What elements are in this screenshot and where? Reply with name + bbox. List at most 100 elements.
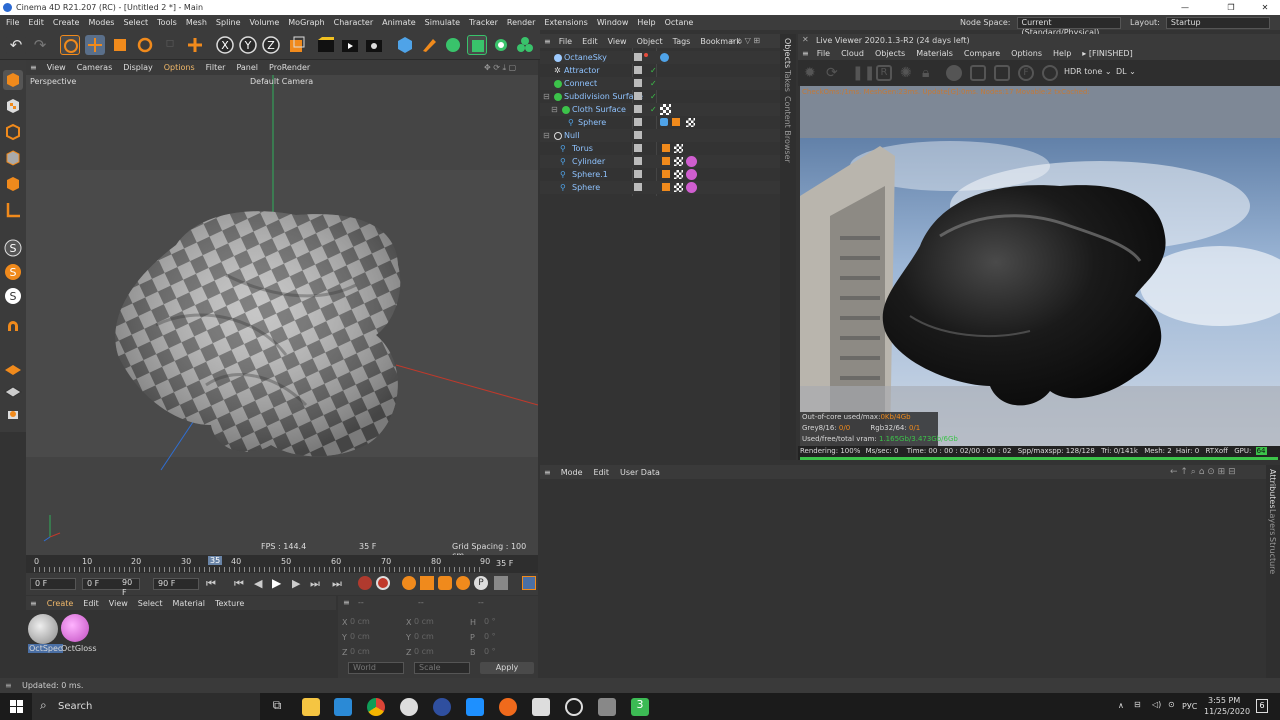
hamburger-icon[interactable]: ≡ [5, 681, 12, 690]
obj-menu-file[interactable]: File [559, 37, 572, 46]
render-to-picture-viewer-icon[interactable] [340, 35, 360, 55]
object-row-torus[interactable]: ⚲ Torus [540, 142, 780, 155]
app-icon-5[interactable] [565, 698, 583, 716]
render-view-icon[interactable] [316, 35, 336, 55]
menu-modes[interactable]: Modes [88, 18, 114, 27]
live-viewer-render[interactable]: CheckOms:/1ms. MeshGen:23ms. Update[G]:0… [800, 86, 1280, 446]
camera-label[interactable]: Default Camera [250, 77, 313, 86]
add-object-icon[interactable] [185, 35, 205, 55]
menu-mesh[interactable]: Mesh [186, 18, 207, 27]
mat-menu-edit[interactable]: Edit [83, 599, 99, 608]
attr-menu-user-data[interactable]: User Data [620, 468, 660, 477]
texture-tag-icon[interactable] [660, 104, 671, 115]
object-name[interactable]: Sphere [578, 116, 606, 129]
hamburger-icon[interactable]: ≡ [544, 37, 551, 46]
vp-menu-view[interactable]: View [47, 63, 66, 72]
app-icon-2[interactable] [433, 698, 451, 716]
workplane-snap-icon[interactable]: S [3, 286, 23, 306]
tray-arrow-icon[interactable]: ∧ [1118, 701, 1124, 710]
menu-extensions[interactable]: Extensions [544, 18, 587, 27]
object-name[interactable]: Subdivision Surface [564, 90, 643, 103]
rotate-tool-icon[interactable] [135, 35, 155, 55]
coord-x-position[interactable]: 0 cm [350, 617, 400, 626]
obj-menu-object[interactable]: Object [637, 37, 663, 46]
layer-toggle-icon[interactable] [634, 118, 642, 126]
object-row-attractor[interactable]: ✲ Attractor ✓ [540, 64, 780, 77]
send-scene-icon[interactable]: ✹ [804, 65, 816, 81]
3d-viewport[interactable]: Perspective Default Camera FPS : 144.4 3… [26, 75, 538, 555]
tab-takes[interactable]: Takes [783, 70, 792, 92]
object-row-null[interactable]: ⊟ Null [540, 129, 780, 142]
lv-menu-materials[interactable]: Materials [916, 49, 953, 58]
texture-mode-icon[interactable] [3, 96, 23, 116]
coord-y-size[interactable]: 0 cm [414, 632, 434, 641]
file-explorer-icon[interactable] [302, 698, 320, 716]
key-scale-icon[interactable] [420, 576, 434, 590]
object-row-sphere-1[interactable]: ⚲ Sphere.1 [540, 168, 780, 181]
object-name[interactable]: Cylinder [572, 155, 605, 168]
lv-menu-help[interactable]: Help [1053, 49, 1071, 58]
close-panel-icon[interactable]: ✕ [802, 35, 809, 44]
app-icon-4[interactable] [532, 698, 550, 716]
coord-z-size[interactable]: 0 cm [414, 647, 434, 656]
model-mode-icon[interactable] [3, 70, 23, 90]
prev-key-icon[interactable]: ⏮ [234, 577, 244, 591]
kernel-select[interactable]: DL ⌄ [1116, 67, 1136, 76]
polygons-mode-icon[interactable] [3, 174, 23, 194]
tab-layers[interactable]: Layers [1268, 509, 1277, 535]
lv-menu-compare[interactable]: Compare [964, 49, 1000, 58]
clock-time[interactable]: 3:55 PM [1208, 696, 1240, 705]
timeline-ruler[interactable]: 0 10 20 30 35 40 50 60 70 80 90 35 F [26, 555, 538, 573]
coord-z-position[interactable]: 0 cm [350, 647, 370, 656]
collapse-toggle-icon[interactable]: ⊟ [543, 129, 550, 142]
phong-tag-icon[interactable] [662, 144, 670, 152]
minimize-icon[interactable]: — [1170, 0, 1200, 15]
layer-toggle-icon[interactable] [634, 144, 642, 152]
chrome-icon[interactable] [367, 698, 385, 716]
menu-octane[interactable]: Octane [665, 18, 694, 27]
mograph-cloner-icon[interactable] [515, 35, 535, 55]
menu-animate[interactable]: Animate [382, 18, 416, 27]
next-key-icon[interactable]: ⏭ [310, 577, 320, 591]
visibility-dot-icon[interactable] [644, 53, 648, 57]
deformer-icon[interactable] [491, 35, 511, 55]
magnet-icon[interactable] [3, 318, 23, 338]
obj-menu-tags[interactable]: Tags [673, 37, 691, 46]
snap-settings-icon[interactable]: S [3, 262, 23, 282]
lv-menu-objects[interactable]: Objects [875, 49, 905, 58]
menu-tracker[interactable]: Tracker [469, 18, 498, 27]
octane-sky-tag-icon[interactable] [660, 53, 669, 62]
menu-character[interactable]: Character [334, 18, 374, 27]
menu-volume[interactable]: Volume [250, 18, 280, 27]
timeline-window-icon[interactable] [522, 576, 536, 590]
attr-menu-mode[interactable]: Mode [561, 468, 583, 477]
redo-icon[interactable]: ↷ [30, 35, 50, 55]
object-row-octanesky[interactable]: OctaneSky [540, 51, 780, 64]
hamburger-icon[interactable]: ≡ [544, 468, 551, 477]
layer-toggle-icon[interactable] [634, 157, 642, 165]
focus-picker-icon[interactable] [970, 65, 986, 81]
apply-button[interactable]: Apply [480, 662, 534, 674]
phong-tag-icon[interactable] [662, 157, 670, 165]
mail-app-icon[interactable] [334, 698, 352, 716]
material-name-octspec[interactable]: OctSpec [28, 644, 64, 653]
lv-menu-options[interactable]: Options [1011, 49, 1042, 58]
edges-mode-icon[interactable] [3, 148, 23, 168]
key-grid-icon[interactable] [494, 576, 508, 590]
windows-start-icon[interactable] [10, 700, 23, 713]
undo-icon[interactable]: ↶ [6, 35, 26, 55]
tab-objects[interactable]: Objects [783, 38, 792, 68]
coord-p-rotation[interactable]: 0 ° [484, 632, 496, 641]
material-tag-icon[interactable] [686, 118, 695, 127]
object-name[interactable]: Cloth Surface [572, 103, 626, 116]
object-name[interactable]: Connect [564, 77, 597, 90]
vp-menu-options[interactable]: Options [164, 63, 195, 72]
coord-mode-select[interactable]: Scale [414, 662, 470, 674]
vp-menu-panel[interactable]: Panel [236, 63, 258, 72]
cube-primitive-icon[interactable] [395, 35, 415, 55]
goto-start-icon[interactable]: ⏮ [206, 577, 216, 591]
menu-create[interactable]: Create [53, 18, 80, 27]
layer-toggle-icon[interactable] [634, 105, 642, 113]
tab-attributes[interactable]: Attributes [1268, 469, 1277, 509]
menu-file[interactable]: File [6, 18, 19, 27]
